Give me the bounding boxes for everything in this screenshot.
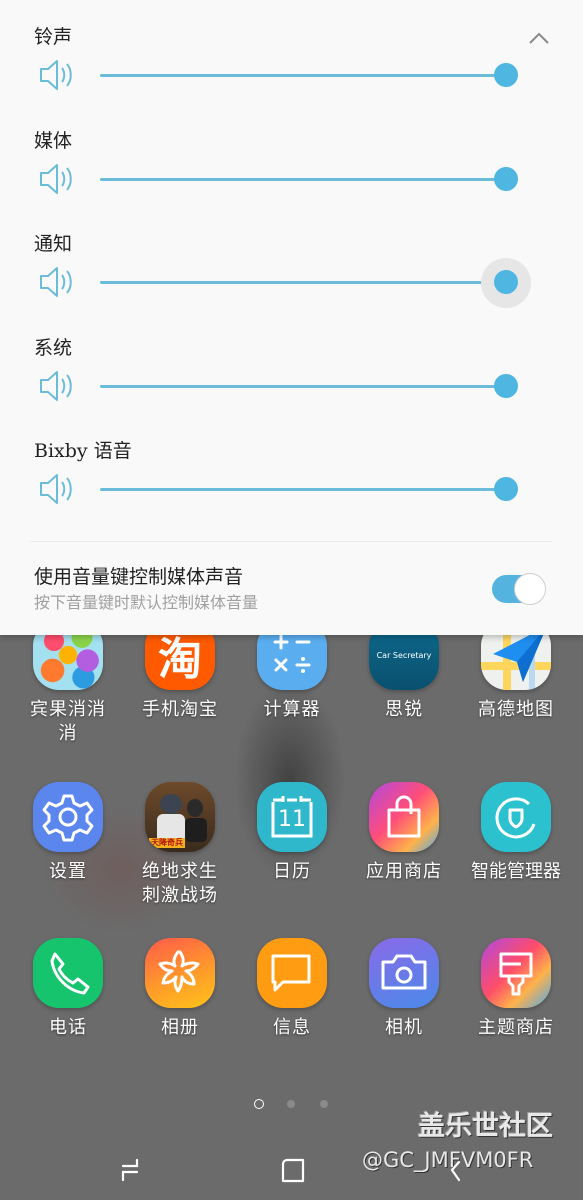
watermark-title: 盖乐世社区 (418, 1111, 553, 1142)
app-store-bag-icon (369, 782, 439, 852)
media-key-toggle-switch[interactable] (492, 573, 546, 605)
app-label: 相机 (385, 1017, 423, 1038)
volume-section: 铃声 (0, 24, 583, 128)
slider-thumb[interactable] (494, 270, 518, 294)
divider (30, 541, 552, 542)
app-label: 设置 (49, 861, 87, 882)
app-label: 相册 (161, 1017, 199, 1038)
app-camera[interactable]: 相机 (348, 938, 460, 1040)
app-row-3: 电话 相册 信息 相机 主题商店 (0, 938, 583, 1078)
back-icon (450, 1160, 461, 1182)
volume-label: 媒体 (34, 130, 73, 152)
speaker-icon[interactable] (38, 265, 76, 299)
back-button[interactable] (432, 1150, 482, 1190)
gallery-flower-icon (145, 938, 215, 1008)
media-volume-key-setting[interactable]: 使用音量键控制媒体声音 按下音量键时默认控制媒体音量 (0, 560, 583, 620)
speaker-icon[interactable] (38, 472, 76, 506)
device-care-icon (481, 782, 551, 852)
volume-section: 系统 (0, 335, 583, 439)
slider-track (100, 385, 506, 388)
app-candy-game[interactable]: 宾果消消消 (12, 620, 124, 746)
app-taobao[interactable]: 淘 手机淘宝 (124, 620, 236, 722)
recent-apps-button[interactable] (105, 1150, 155, 1190)
app-label: 智能管理器 (471, 861, 561, 882)
app-label: 日历 (273, 861, 311, 882)
app-calendar[interactable]: 11 日历 (236, 782, 348, 884)
slider-track (100, 178, 506, 181)
app-row-2: 设置 天降奇兵 绝地求生刺激战场 11 日历 应用商店 智能管理器 (0, 782, 583, 922)
app-amap[interactable]: 高德地图 (460, 620, 572, 722)
home-icon (281, 1158, 305, 1183)
home-button[interactable] (268, 1150, 318, 1190)
app-label: 高德地图 (478, 699, 554, 720)
volume-label: 通知 (34, 233, 73, 255)
app-car-secretary[interactable]: Car Secretary 思锐 (348, 620, 460, 722)
app-label: 手机淘宝 (142, 699, 218, 720)
app-label: 绝地求生刺激战场 (142, 861, 218, 906)
volume-slider[interactable] (100, 371, 540, 401)
volume-section: Bixby 语音 (0, 438, 583, 542)
app-label: 信息 (273, 1017, 311, 1038)
toggle-knob (514, 573, 546, 605)
slider-thumb[interactable] (494, 477, 518, 501)
settings-gear-icon (33, 782, 103, 852)
slider-thumb[interactable] (494, 167, 518, 191)
page-dot[interactable] (320, 1100, 328, 1108)
camera-icon (369, 938, 439, 1008)
volume-slider[interactable] (100, 258, 540, 308)
app-row-1: 宾果消消消 淘 手机淘宝 计算器 Car Secretary 思锐 高德地图 (0, 620, 583, 760)
app-theme-store[interactable]: 主题商店 (460, 938, 572, 1040)
app-calculator[interactable]: 计算器 (236, 620, 348, 722)
app-messages[interactable]: 信息 (236, 938, 348, 1040)
page-dot-active[interactable] (254, 1099, 264, 1109)
app-label: 应用商店 (366, 861, 442, 882)
app-label: 主题商店 (478, 1017, 554, 1038)
speaker-icon[interactable] (38, 58, 76, 92)
app-label: 宾果消消消 (30, 699, 106, 744)
theme-store-brush-icon (481, 938, 551, 1008)
volume-label: Bixby 语音 (34, 440, 132, 462)
volume-label: 铃声 (34, 26, 73, 48)
slider-track (100, 488, 506, 491)
volume-label: 系统 (34, 337, 73, 359)
volume-slider[interactable] (100, 60, 540, 90)
phone-icon (33, 938, 103, 1008)
recent-apps-icon (121, 1158, 139, 1182)
slider-thumb[interactable] (494, 374, 518, 398)
volume-panel: 铃声媒体通知系统 Bixby 语音 使用音量键控制媒体声音 按下音量键时默认控制媒… (0, 0, 583, 635)
app-store[interactable]: 应用商店 (348, 782, 460, 884)
app-device-care[interactable]: 智能管理器 (460, 782, 572, 884)
calendar-icon: 11 (257, 782, 327, 852)
volume-slider[interactable] (100, 164, 540, 194)
slider-thumb[interactable] (494, 63, 518, 87)
slider-track (100, 281, 506, 284)
volume-slider[interactable] (100, 474, 540, 504)
pubg-game-icon: 天降奇兵 (145, 782, 215, 852)
app-label: 电话 (49, 1017, 87, 1038)
setting-title: 使用音量键控制媒体声音 (34, 566, 244, 588)
app-label: 思锐 (385, 699, 423, 720)
navigation-bar (0, 1140, 583, 1200)
app-phone[interactable]: 电话 (12, 938, 124, 1040)
app-label: 计算器 (263, 699, 321, 720)
speaker-icon[interactable] (38, 369, 76, 403)
app-gallery[interactable]: 相册 (124, 938, 236, 1040)
volume-section: 媒体 (0, 128, 583, 232)
slider-track (100, 74, 506, 77)
volume-section: 通知 (0, 231, 583, 335)
app-settings[interactable]: 设置 (12, 782, 124, 884)
page-indicator (250, 1097, 340, 1111)
messages-icon (257, 938, 327, 1008)
speaker-icon[interactable] (38, 162, 76, 196)
app-pubg[interactable]: 天降奇兵 绝地求生刺激战场 (124, 782, 236, 908)
setting-subtitle: 按下音量键时默认控制媒体音量 (34, 593, 259, 612)
page-dot[interactable] (287, 1100, 295, 1108)
